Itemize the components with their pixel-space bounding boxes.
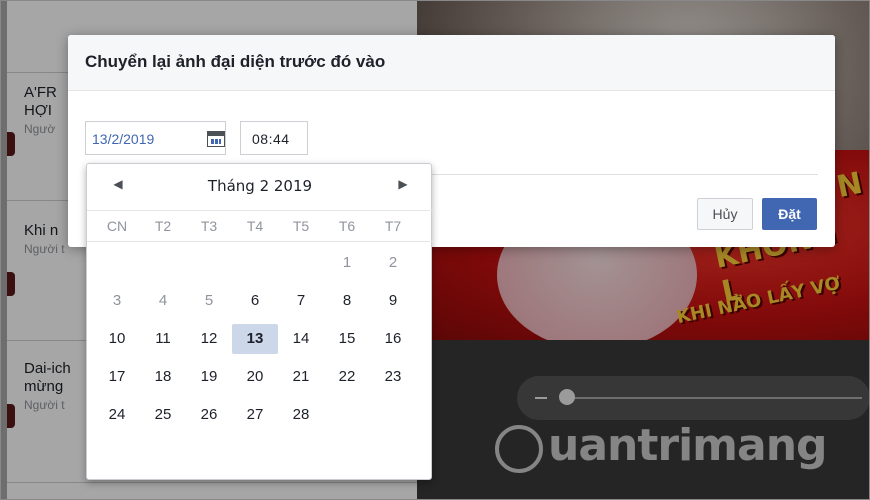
dialog-title: Chuyển lại ảnh đại diện trước đó vào <box>85 52 386 71</box>
day-cell[interactable]: 19 <box>186 362 232 392</box>
date-value[interactable]: 13/2/2019 <box>92 131 154 147</box>
day-cell[interactable]: 22 <box>324 362 370 392</box>
date-field[interactable]: 13/2/2019 <box>85 121 226 155</box>
time-value[interactable]: 08:44 <box>252 131 290 147</box>
next-month-icon[interactable]: ▶ <box>393 177 413 191</box>
date-picker-popup: Tháng 2 2019 ◀ ▶ CN T2 T3 T4 T5 T6 T7 12… <box>86 163 433 480</box>
day-cell[interactable]: 2 <box>370 248 416 278</box>
weekday-label: T7 <box>384 218 402 234</box>
day-cell[interactable]: 24 <box>94 400 140 430</box>
day-cell[interactable]: 18 <box>140 362 186 392</box>
weekday-label: T5 <box>292 218 310 234</box>
day-cell[interactable]: 5 <box>186 286 232 316</box>
day-cell[interactable]: 11 <box>140 324 186 354</box>
day-cell[interactable]: 28 <box>278 400 324 430</box>
day-cell[interactable]: 26 <box>186 400 232 430</box>
time-field[interactable]: 08:44 <box>240 121 308 155</box>
day-cell[interactable]: 3 <box>94 286 140 316</box>
prev-month-icon[interactable]: ◀ <box>108 177 128 191</box>
day-cell[interactable]: 9 <box>370 286 416 316</box>
day-cell[interactable]: 7 <box>278 286 324 316</box>
set-button[interactable]: Đặt <box>762 198 817 230</box>
calendar-icon[interactable] <box>207 131 225 147</box>
day-cell[interactable]: 15 <box>324 324 370 354</box>
weekday-label: T3 <box>200 218 218 234</box>
weekday-header: CN T2 T3 T4 T5 T6 T7 <box>87 210 433 242</box>
day-cell[interactable]: 14 <box>278 324 324 354</box>
cancel-button[interactable]: Hủy <box>697 198 753 230</box>
day-cell[interactable]: 21 <box>278 362 324 392</box>
day-cell[interactable]: 16 <box>370 324 416 354</box>
calendar-nav: Tháng 2 2019 ◀ ▶ <box>87 164 433 210</box>
day-cell[interactable]: 8 <box>324 286 370 316</box>
weekday-label: CN <box>106 218 128 234</box>
day-cell[interactable]: 23 <box>370 362 416 392</box>
month-label: Tháng 2 2019 <box>207 177 313 195</box>
dialog-divider <box>408 174 818 175</box>
day-cell[interactable]: 1 <box>324 248 370 278</box>
weekday-label: T2 <box>154 218 172 234</box>
day-cell[interactable]: 4 <box>140 286 186 316</box>
day-cell[interactable]: 20 <box>232 362 278 392</box>
day-cell[interactable]: 25 <box>140 400 186 430</box>
day-cell[interactable]: 6 <box>232 286 278 316</box>
weekday-label: T4 <box>246 218 264 234</box>
day-cell[interactable]: 17 <box>94 362 140 392</box>
day-cell[interactable]: 12 <box>186 324 232 354</box>
day-cell-selected[interactable]: 13 <box>232 324 278 354</box>
day-cell[interactable]: 27 <box>232 400 278 430</box>
day-cell[interactable]: 10 <box>94 324 140 354</box>
dialog-header: Chuyển lại ảnh đại diện trước đó vào <box>68 35 835 91</box>
weekday-label: T6 <box>338 218 356 234</box>
